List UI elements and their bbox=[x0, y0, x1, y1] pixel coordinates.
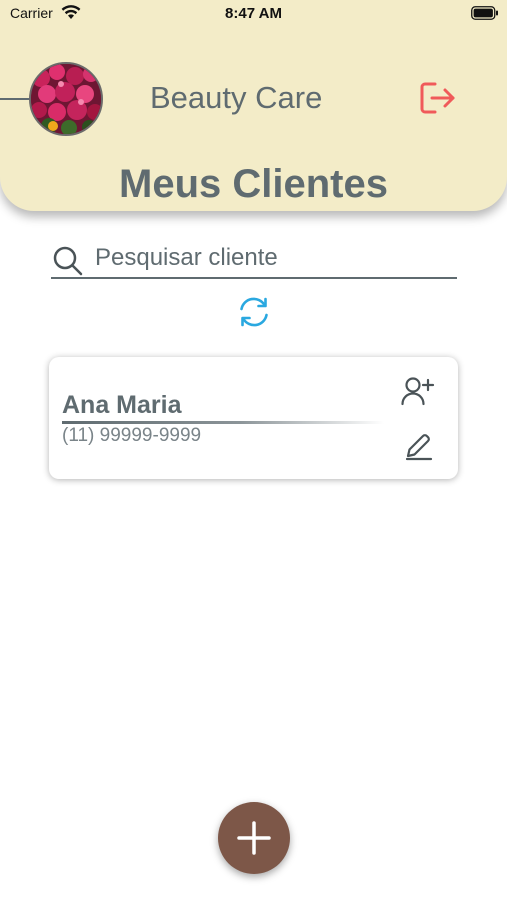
status-time: 8:47 AM bbox=[225, 5, 282, 22]
header-accent-line bbox=[0, 98, 30, 100]
app-screen: Carrier 8:47 AM Beauty Care Meus Cliente… bbox=[0, 0, 507, 900]
search-input[interactable] bbox=[95, 242, 445, 274]
status-bar: Carrier 8:47 AM bbox=[0, 0, 507, 28]
search-icon bbox=[53, 246, 83, 281]
logout-icon[interactable] bbox=[419, 81, 457, 120]
avatar bbox=[29, 62, 103, 136]
refresh-icon[interactable] bbox=[237, 296, 271, 333]
page-title: Meus Clientes bbox=[119, 162, 388, 206]
client-phone: (11) 99999-9999 bbox=[62, 425, 202, 446]
add-user-icon[interactable] bbox=[401, 376, 435, 411]
client-card[interactable]: Ana Maria (11) 99999-9999 bbox=[49, 357, 458, 479]
plus-icon bbox=[237, 821, 271, 855]
add-client-button[interactable] bbox=[218, 802, 290, 874]
search-bar bbox=[51, 240, 457, 279]
battery-icon bbox=[471, 6, 499, 25]
header: Carrier 8:47 AM Beauty Care Meus Cliente… bbox=[0, 0, 507, 211]
client-name-underline bbox=[62, 421, 384, 424]
edit-icon[interactable] bbox=[404, 431, 434, 466]
client-name: Ana Maria bbox=[62, 391, 182, 419]
app-title: Beauty Care bbox=[150, 80, 323, 115]
